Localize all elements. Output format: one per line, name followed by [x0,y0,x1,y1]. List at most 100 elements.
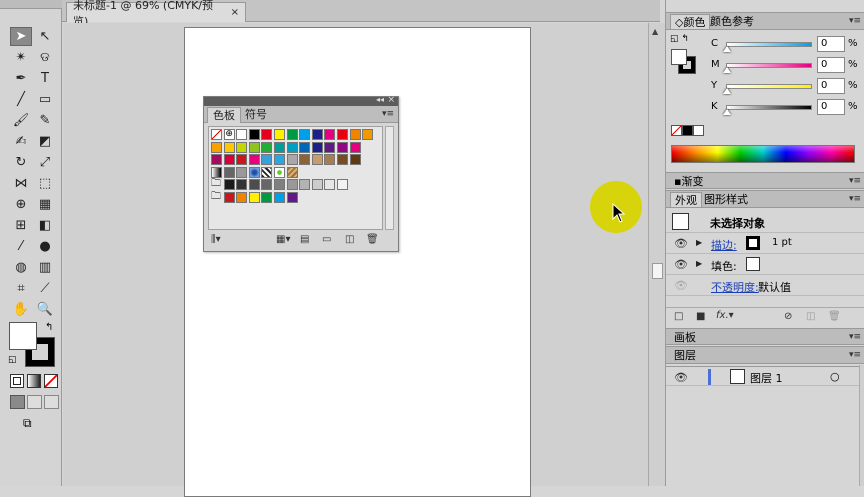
add-effect-icon[interactable]: fx.▾ [716,310,734,321]
swatch-group-folder-icon[interactable]: 🗀 [211,179,222,190]
channel-value-input[interactable]: 0 [817,99,845,115]
stroke-weight[interactable]: 1 pt [772,237,792,248]
width-tool-icon[interactable]: ⋈ [10,174,32,193]
draw-inside-icon[interactable] [44,395,59,409]
swatch-kind-icon[interactable]: ▦▾ [276,234,290,245]
color-spectrum[interactable] [671,145,855,163]
column-graph-tool-icon[interactable]: ▥ [34,258,56,277]
new-group-icon[interactable]: ▭ [322,234,331,245]
color-swatch[interactable] [324,141,336,153]
color-swatch[interactable] [286,179,298,191]
swatch-group-folder-icon[interactable]: 🗀 [211,192,222,203]
channel-value-input[interactable]: 0 [817,57,845,73]
color-swatch[interactable] [274,154,285,166]
color-swatch[interactable] [236,166,248,178]
paintbrush-tool-icon[interactable]: 🖌 [10,111,32,130]
color-swatch[interactable] [236,129,248,140]
layers-scrollbar[interactable] [859,365,864,486]
hand-tool-icon[interactable]: ✋ [10,300,32,319]
slider-knob[interactable] [723,88,731,94]
symbol-sprayer-tool-icon[interactable]: ◍ [10,258,32,277]
pattern-swatch[interactable] [286,166,298,178]
panel-menu-icon[interactable]: ▾≡ [382,109,394,119]
none-mode-icon[interactable] [44,374,58,388]
scale-tool-icon[interactable]: ⤢ [34,153,56,172]
color-mode-icon[interactable] [10,374,24,388]
layer-name[interactable]: 图层 1 [750,370,783,386]
none-swatch[interactable] [211,129,222,140]
color-swatch[interactable] [337,141,348,153]
registration-swatch[interactable]: ⊕ [223,129,235,140]
color-swatch[interactable] [261,141,273,153]
fill-swatch[interactable] [9,322,37,350]
slice-tool-icon[interactable]: ⟋ [34,279,56,298]
vertical-scrollbar[interactable]: ▲ [648,23,665,486]
color-swatch[interactable] [248,192,260,203]
color-swatch[interactable] [274,179,285,191]
tab-symbols[interactable]: 符号 [240,107,272,123]
color-swatch[interactable] [311,129,323,140]
color-swatch[interactable] [324,154,336,166]
pattern-swatch[interactable] [274,166,285,178]
scroll-up-icon[interactable]: ▲ [652,27,658,36]
rectangle-tool-icon[interactable]: ▭ [34,90,56,109]
color-swatch[interactable] [311,154,323,166]
shape-builder-tool-icon[interactable]: ⊕ [10,195,32,214]
close-icon[interactable]: × [387,95,395,105]
tab-layers[interactable]: 图层 [670,348,700,363]
color-swatch[interactable] [274,141,285,153]
panel-menu-icon[interactable]: ▾≡ [849,194,861,204]
color-swatch[interactable] [248,141,260,153]
slider-knob[interactable] [723,109,731,115]
tab-color-guide[interactable]: 颜色参考 [706,14,758,29]
rotate-tool-icon[interactable]: ↻ [10,153,32,172]
color-swatch[interactable] [311,141,323,153]
tab-appearance[interactable]: 外观 [670,192,702,207]
mesh-tool-icon[interactable]: ⊞ [10,216,32,235]
add-fill-icon[interactable]: ■ [696,311,705,322]
color-swatch[interactable] [236,192,248,203]
tab-graphic-styles[interactable]: 图形样式 [700,192,752,207]
artboard-tool-icon[interactable]: ⌗ [10,279,32,298]
opacity-row[interactable]: 👁 不透明度: 默认值 [666,275,864,296]
document-tab[interactable]: 未标题-1 @ 69% (CMYK/预览) × [66,0,246,28]
new-swatch-icon[interactable]: ◫ [345,234,354,245]
zoom-tool-icon[interactable]: 🔍 [34,300,56,319]
pattern-swatch[interactable] [248,166,260,178]
scrollbar-thumb[interactable] [652,263,663,279]
color-swatch[interactable] [261,154,273,166]
color-swatch[interactable] [223,141,235,153]
swatch-scrollbar[interactable] [385,126,394,230]
color-swatch[interactable] [286,192,298,203]
color-swatch[interactable] [324,129,336,140]
swatch-options-icon[interactable]: ▤ [300,234,309,245]
eraser-tool-icon[interactable]: ◩ [34,132,56,151]
black-swatch[interactable] [682,125,693,136]
color-swatch[interactable] [337,129,348,140]
visibility-eye-icon[interactable]: 👁 [674,258,688,271]
color-fill-swatch[interactable] [671,49,687,65]
layer-row[interactable]: 👁 图层 1 ○ [666,366,864,386]
tab-artboards[interactable]: 画板 [670,330,700,345]
pencil-tool-icon[interactable]: ✎ [34,111,56,130]
none-swatch[interactable] [671,125,682,136]
swatches-panel-titlebar[interactable]: ◂◂ × [204,95,398,106]
color-swatch[interactable] [337,179,348,191]
selection-tool-icon[interactable]: ➤ [10,27,32,46]
channel-slider[interactable] [726,105,812,110]
color-swatch[interactable] [223,166,235,178]
color-swatch[interactable] [211,154,222,166]
tools-panel-grip[interactable] [0,0,62,9]
blob-brush-tool-icon[interactable]: ✍ [10,132,32,151]
color-swatch[interactable] [299,129,311,140]
stroke-color-swatch[interactable] [746,236,760,250]
gradient-swatch[interactable] [211,166,222,178]
channel-value-input[interactable]: 0 [817,78,845,94]
slider-knob[interactable] [723,46,731,52]
pattern-swatch[interactable] [261,166,273,178]
color-swatch[interactable] [286,141,298,153]
free-transform-tool-icon[interactable]: ⬚ [34,174,56,193]
screen-mode-icon[interactable]: ⧉ [23,416,32,431]
color-swatch[interactable] [286,129,298,140]
color-swatch[interactable] [223,154,235,166]
